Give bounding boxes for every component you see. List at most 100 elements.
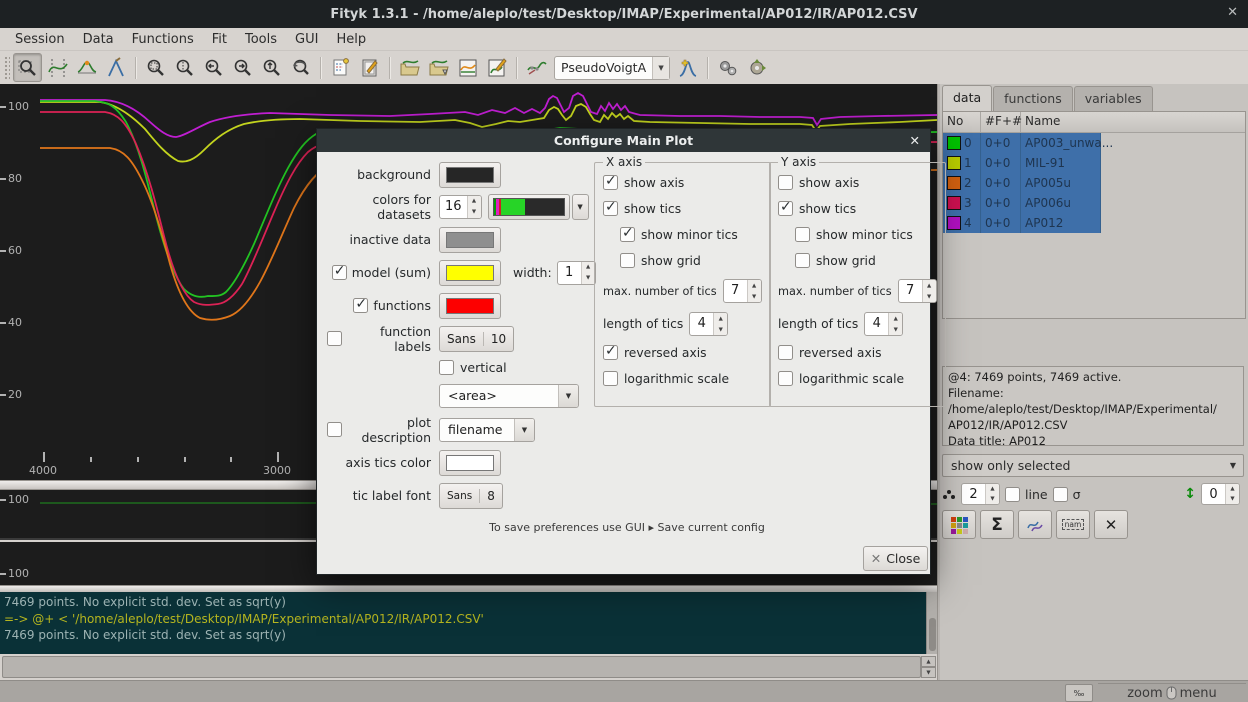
delete-dataset-button[interactable]: ✕ — [1094, 510, 1128, 539]
col-name[interactable]: Name — [1021, 112, 1245, 132]
window-close-icon[interactable]: ✕ — [1227, 5, 1238, 20]
tab-variables[interactable]: variables — [1074, 86, 1153, 111]
tab-data[interactable]: data — [942, 85, 992, 111]
spin-down-icon[interactable]: ▼ — [921, 667, 936, 678]
y-show-tics-checkbox[interactable] — [778, 201, 793, 216]
table-row[interactable]: 1 0+0 MIL-91 — [943, 153, 1245, 173]
shift-spinner[interactable]: 0▲▼ — [1201, 483, 1240, 505]
dataset-color-swatch[interactable] — [947, 136, 961, 150]
spin-up-icon[interactable]: ▲ — [986, 484, 999, 494]
dataset-color-swatch[interactable] — [947, 196, 961, 210]
function-labels-checkbox[interactable] — [327, 331, 342, 346]
spin-up-icon[interactable]: ▲ — [889, 313, 902, 324]
table-row[interactable]: 4 0+0 AP012 — [943, 213, 1245, 233]
col-f[interactable]: #F+# — [981, 112, 1021, 132]
console-splitter[interactable] — [0, 585, 937, 592]
scrollbar-thumb[interactable] — [929, 618, 936, 651]
dialog-title-bar[interactable]: Configure Main Plot ✕ — [317, 129, 930, 152]
edit-init-button[interactable] — [356, 54, 383, 81]
line-checkbox[interactable] — [1005, 487, 1020, 502]
model-width-spinner[interactable]: 1▲▼ — [557, 261, 596, 285]
menu-gui[interactable]: GUI — [286, 29, 327, 50]
menu-fit[interactable]: Fit — [203, 29, 236, 50]
colors-count-spinner[interactable]: 16▲▼ — [439, 195, 482, 219]
fit-settings-button[interactable] — [714, 54, 741, 81]
y-tic-length-spinner[interactable]: 4▲▼ — [864, 312, 903, 336]
spin-up-icon[interactable]: ▲ — [923, 280, 936, 291]
edit-session-button[interactable] — [483, 54, 510, 81]
menu-session[interactable]: Session — [6, 29, 74, 50]
data-range-mode-button[interactable] — [44, 54, 71, 81]
menu-data[interactable]: Data — [74, 29, 123, 50]
close-button[interactable]: ✕ Close — [863, 546, 928, 571]
command-history-spinner[interactable]: ▲▼ — [921, 656, 936, 678]
function-type-combo[interactable]: PseudoVoigtA ▼ — [554, 56, 670, 80]
dialog-close-icon[interactable]: ✕ — [910, 133, 920, 148]
zoom-up-button[interactable] — [258, 54, 285, 81]
dataset-palette-button[interactable] — [488, 194, 570, 220]
x-show-axis-checkbox[interactable] — [603, 175, 618, 190]
spin-up-icon[interactable]: ▲ — [582, 262, 595, 273]
table-row[interactable]: 0 0+0 AP003_unwa... — [943, 133, 1245, 153]
axis-tics-color-button[interactable] — [439, 450, 501, 476]
y-show-minor-tics-checkbox[interactable] — [795, 227, 810, 242]
table-row[interactable]: 3 0+0 AP006u — [943, 193, 1245, 213]
spin-down-icon[interactable]: ▼ — [468, 207, 481, 218]
sum-datasets-button[interactable]: Σ — [980, 510, 1014, 539]
dataset-color-swatch[interactable] — [947, 176, 961, 190]
plot-description-checkbox[interactable] — [327, 422, 342, 437]
y-max-tics-spinner[interactable]: 7▲▼ — [898, 279, 937, 303]
x-reversed-axis-checkbox[interactable] — [603, 345, 618, 360]
save-session-button[interactable] — [454, 54, 481, 81]
menu-functions[interactable]: Functions — [123, 29, 203, 50]
inactive-color-button[interactable] — [439, 227, 501, 253]
spin-down-icon[interactable]: ▼ — [582, 273, 595, 284]
palette-dropdown-button[interactable]: ▼ — [572, 194, 589, 220]
tab-functions[interactable]: functions — [993, 86, 1073, 111]
data-transform-button[interactable] — [523, 54, 550, 81]
run-fit-button[interactable] — [743, 54, 770, 81]
console-scrollbar[interactable] — [926, 592, 937, 654]
spin-down-icon[interactable]: ▼ — [923, 291, 936, 302]
spin-up-icon[interactable]: ▲ — [748, 280, 761, 291]
functions-checkbox[interactable] — [353, 298, 368, 313]
function-label-font-button[interactable]: Sans10 — [439, 326, 514, 352]
zoom-mode-button[interactable] — [13, 53, 42, 82]
functions-color-button[interactable] — [439, 293, 501, 319]
plot-description-combo[interactable]: filename▼ — [439, 418, 535, 442]
table-row[interactable]: 2 0+0 AP005u — [943, 173, 1245, 193]
rename-dataset-button[interactable]: nam — [1056, 510, 1090, 539]
zoom-vertical-button[interactable] — [171, 54, 198, 81]
col-no[interactable]: No — [943, 112, 981, 132]
add-point-mode-button[interactable] — [102, 54, 129, 81]
dataset-colors-button[interactable] — [942, 510, 976, 539]
spin-up-icon[interactable]: ▲ — [468, 196, 481, 207]
model-checkbox[interactable] — [332, 265, 347, 280]
label-text-combo[interactable]: <area>▼ — [439, 384, 579, 408]
y-show-grid-checkbox[interactable] — [795, 253, 810, 268]
spin-down-icon[interactable]: ▼ — [889, 324, 902, 335]
spin-down-icon[interactable]: ▼ — [714, 324, 727, 335]
load-data-button[interactable] — [396, 54, 423, 81]
load-data-advanced-button[interactable] — [425, 54, 452, 81]
show-info-button[interactable] — [327, 54, 354, 81]
zoom-right-button[interactable] — [229, 54, 256, 81]
vertical-checkbox[interactable] — [439, 360, 454, 375]
point-size-spinner[interactable]: 2▲▼ — [961, 483, 1000, 505]
dataset-color-swatch[interactable] — [947, 216, 961, 230]
spin-down-icon[interactable]: ▼ — [986, 494, 999, 504]
x-log-scale-checkbox[interactable] — [603, 371, 618, 386]
status-toggle-button[interactable]: ‰ — [1065, 684, 1093, 702]
menu-tools[interactable]: Tools — [236, 29, 286, 50]
tic-label-font-button[interactable]: Sans8 — [439, 483, 503, 509]
add-peak-mode-button[interactable] — [73, 54, 100, 81]
zoom-previous-button[interactable] — [287, 54, 314, 81]
add-function-button[interactable] — [674, 54, 701, 81]
output-console[interactable]: 7469 points. No explicit std. dev. Set a… — [0, 592, 926, 654]
spin-up-icon[interactable]: ▲ — [1226, 484, 1239, 494]
y-show-axis-checkbox[interactable] — [778, 175, 793, 190]
spin-down-icon[interactable]: ▼ — [1226, 494, 1239, 504]
dataset-color-swatch[interactable] — [947, 156, 961, 170]
copy-functions-button[interactable] — [1018, 510, 1052, 539]
spin-up-icon[interactable]: ▲ — [714, 313, 727, 324]
